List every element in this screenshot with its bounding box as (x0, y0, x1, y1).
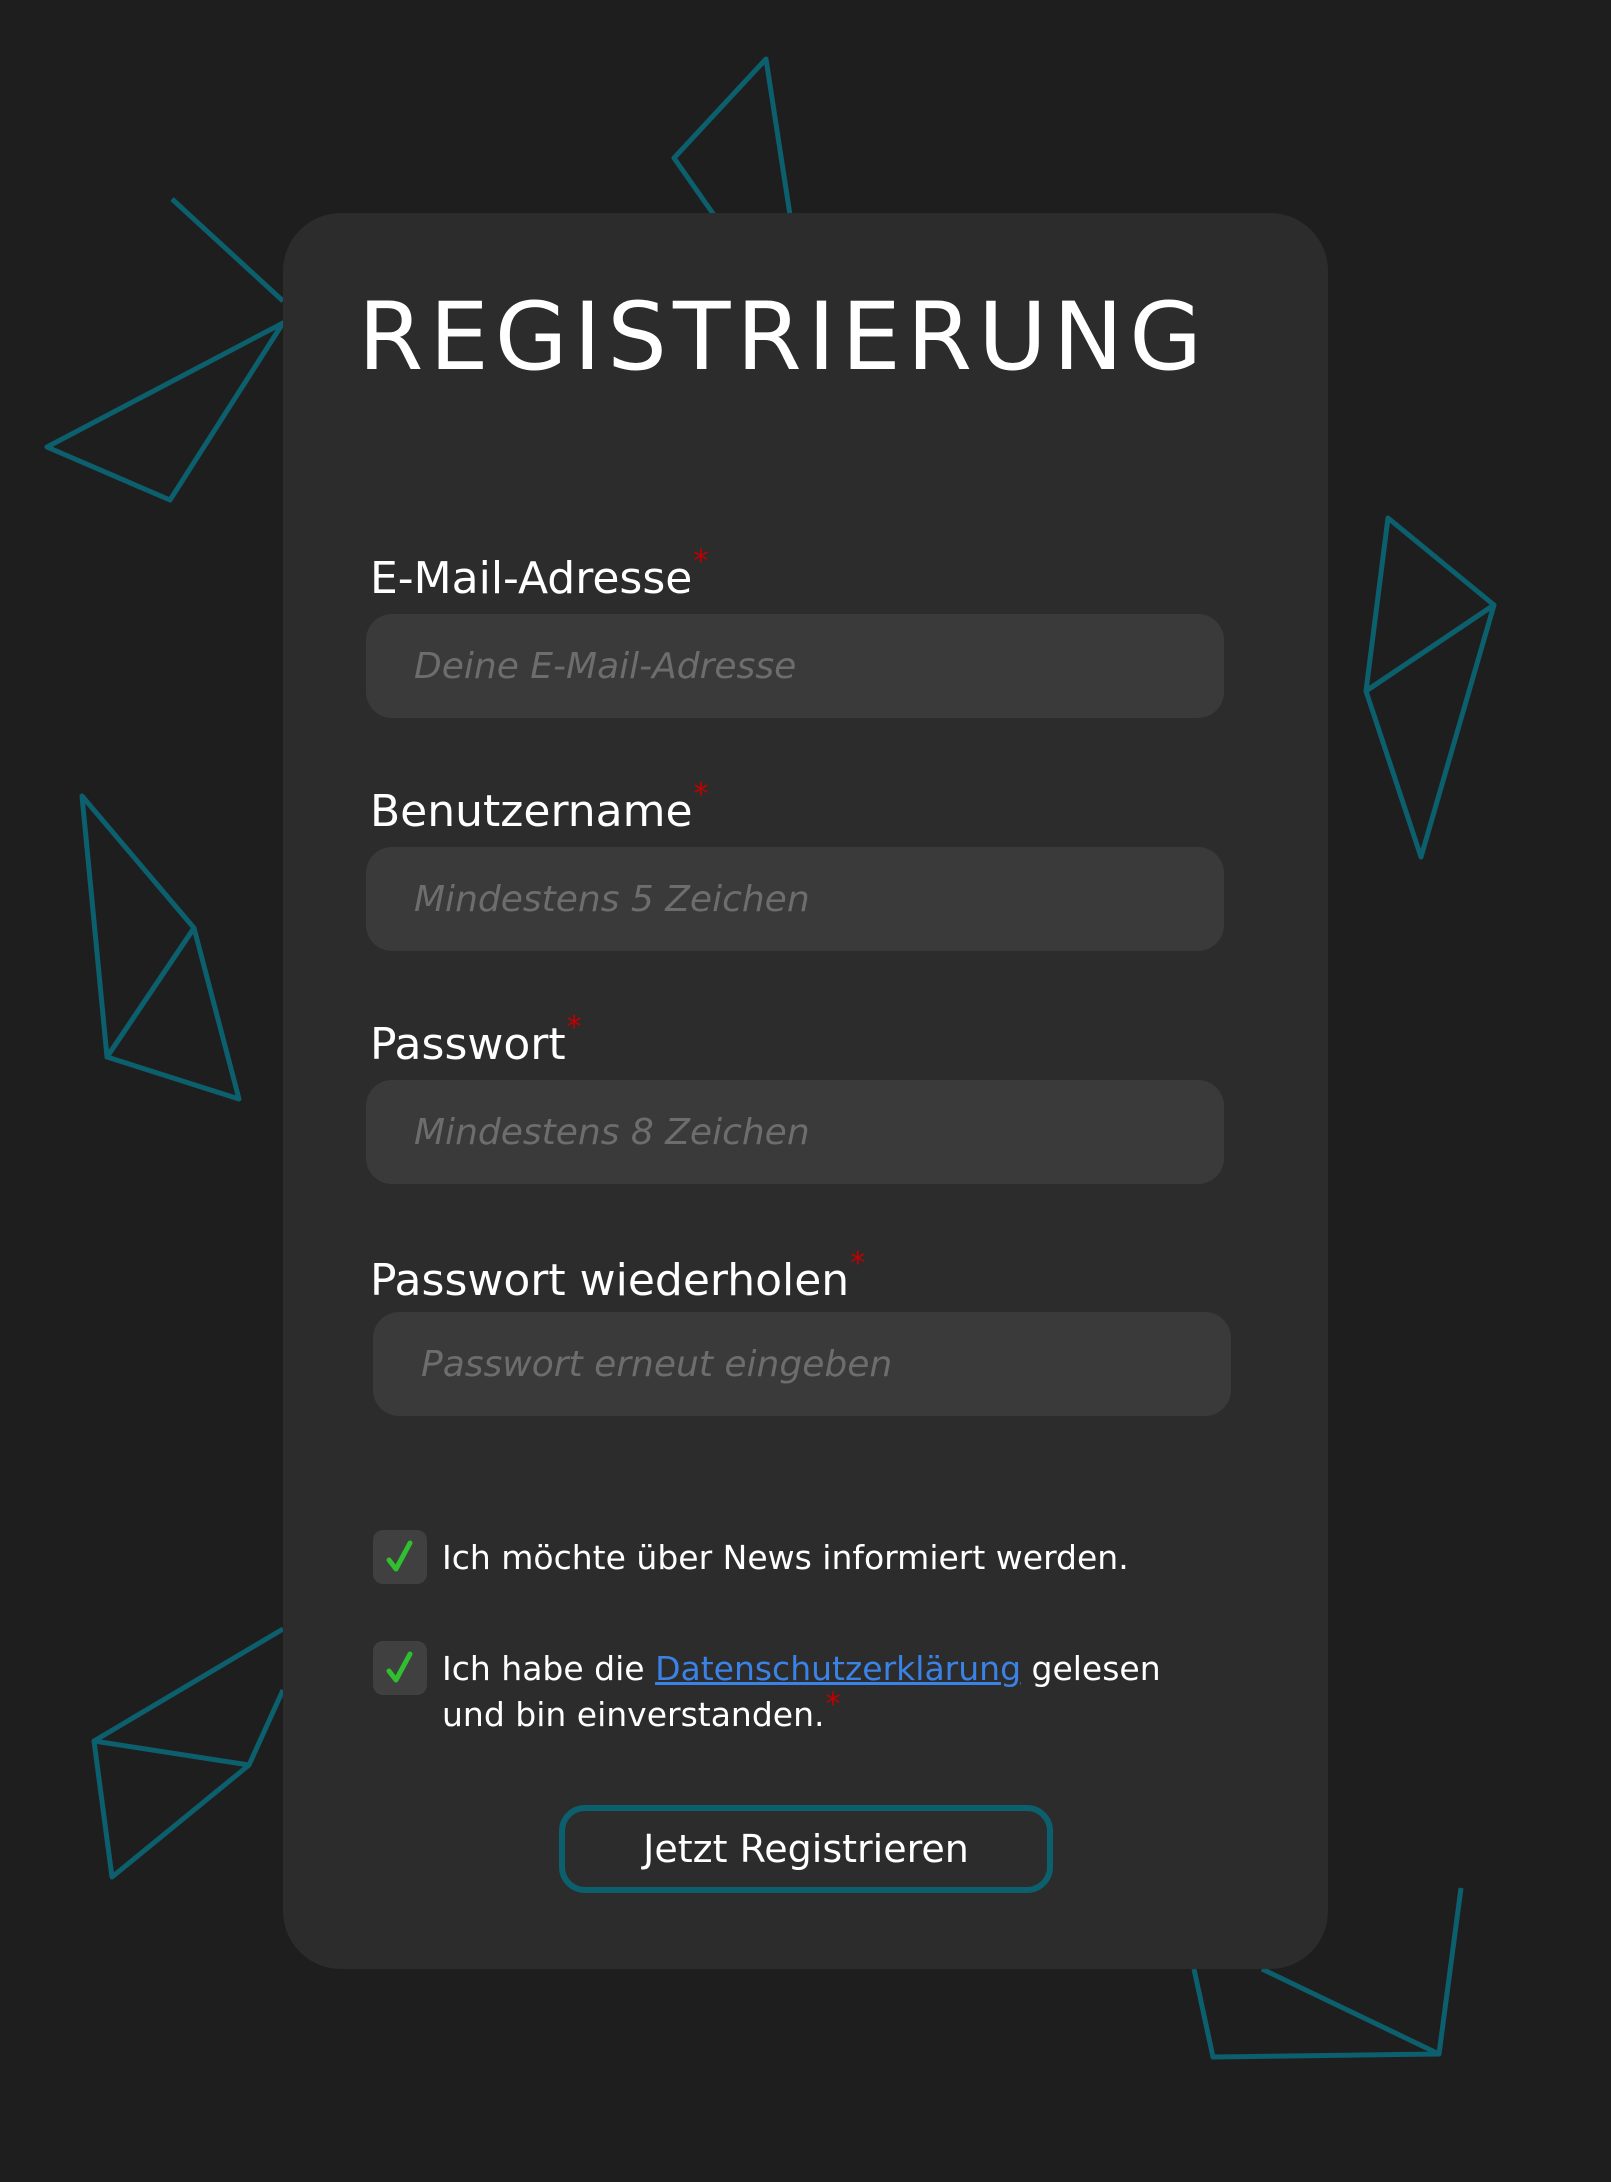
check-icon (386, 1651, 413, 1683)
required-marker: * (825, 1687, 841, 1722)
username-input[interactable] (366, 847, 1224, 951)
triangle-shape (1363, 602, 1497, 860)
privacy-text-line2: und bin einverstanden. (442, 1695, 825, 1734)
password-repeat-label-text: Passwort wiederholen (370, 1255, 850, 1306)
required-marker: * (850, 1246, 866, 1281)
username-label: Benutzername* (370, 780, 709, 834)
triangle-shape (104, 925, 242, 1102)
triangle-shape (671, 56, 793, 217)
registration-card: REGISTRIERUNG E-Mail-Adresse* Benutzerna… (283, 213, 1328, 1969)
register-button[interactable]: Jetzt Registrieren (559, 1805, 1053, 1893)
privacy-policy-link[interactable]: Datenschutzerklärung (655, 1649, 1021, 1688)
password-label: Passwort* (370, 1013, 582, 1067)
password-repeat-input[interactable] (373, 1312, 1231, 1416)
privacy-checkbox[interactable] (373, 1641, 427, 1695)
email-input[interactable] (366, 614, 1224, 718)
page-title: REGISTRIERUNG (358, 283, 1209, 392)
check-icon (386, 1540, 413, 1572)
triangle-shape (1260, 1966, 1441, 2057)
newsletter-text: Ich möchte über News informiert werden. (442, 1538, 1129, 1577)
triangle-shape (79, 793, 197, 1060)
username-label-text: Benutzername (370, 786, 693, 837)
password-repeat-label: Passwort wiederholen* (370, 1249, 865, 1303)
triangle-shape (91, 1626, 286, 1768)
newsletter-checkbox[interactable] (373, 1530, 427, 1584)
privacy-text-after: gelesen (1021, 1649, 1161, 1688)
required-marker: * (566, 1010, 582, 1045)
required-marker: * (693, 544, 709, 579)
email-label: E-Mail-Adresse* (370, 547, 708, 601)
password-input[interactable] (366, 1080, 1224, 1184)
triangle-shape (44, 320, 286, 503)
privacy-text-before: Ich habe die (442, 1649, 656, 1688)
triangle-shape (170, 197, 285, 303)
privacy-text: Ich habe die Datenschutzerklärung gelese… (442, 1646, 1161, 1738)
email-label-text: E-Mail-Adresse (370, 553, 693, 604)
required-marker: * (693, 777, 709, 812)
password-label-text: Passwort (370, 1019, 566, 1070)
